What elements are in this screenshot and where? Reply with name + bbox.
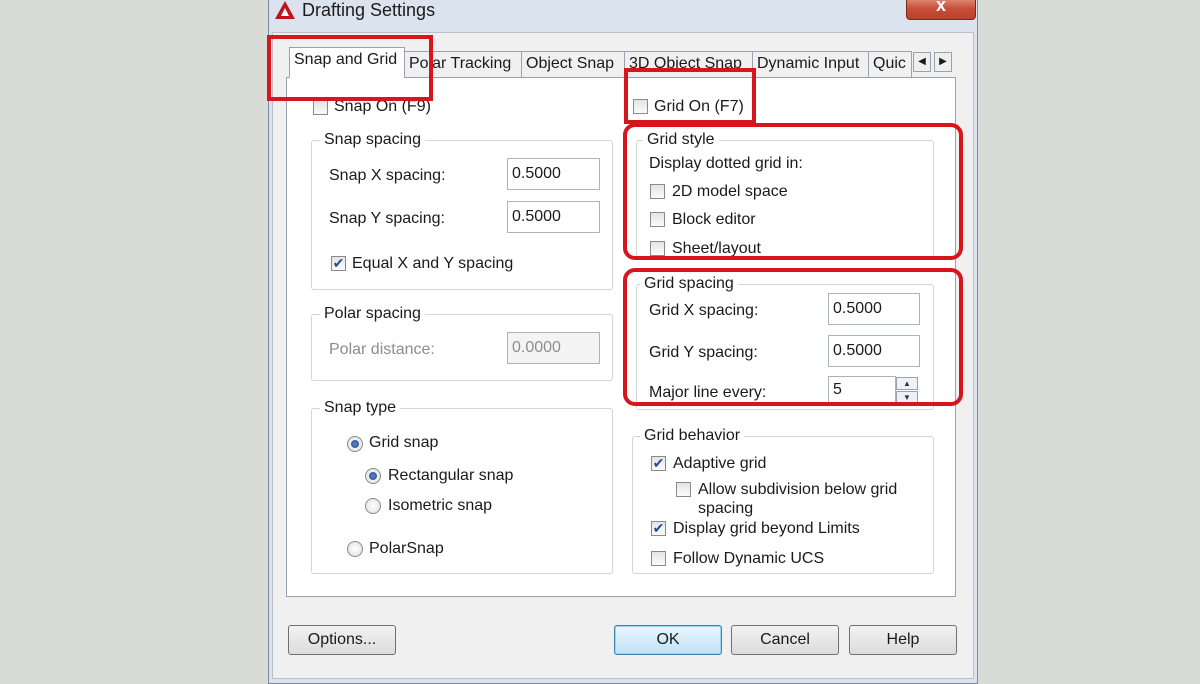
snap-on-label: Snap On (F9) bbox=[334, 98, 431, 115]
tab-3d-object-snap[interactable]: 3D Object Snap bbox=[624, 51, 753, 77]
snap-on-checkbox[interactable] bbox=[313, 100, 328, 115]
grid-block-editor-label: Block editor bbox=[672, 211, 756, 228]
snap-type-title: Snap type bbox=[320, 399, 401, 417]
polarsnap-label: PolarSnap bbox=[369, 540, 444, 557]
autocad-logo-icon bbox=[274, 0, 296, 20]
grid-x-spacing-input[interactable] bbox=[828, 293, 920, 325]
polar-distance-input bbox=[507, 332, 600, 364]
grid-y-spacing-input[interactable] bbox=[828, 335, 920, 367]
snap-spacing-title: Snap spacing bbox=[320, 131, 425, 149]
polar-distance-label: Polar distance: bbox=[329, 341, 435, 358]
spin-up-icon[interactable]: ▲ bbox=[896, 377, 918, 390]
polarsnap-radio[interactable] bbox=[347, 541, 363, 557]
close-button[interactable]: x bbox=[906, 0, 976, 20]
major-line-every-input[interactable] bbox=[828, 376, 896, 404]
follow-dynamic-ucs-checkbox[interactable] bbox=[651, 551, 666, 566]
follow-dynamic-ucs-label: Follow Dynamic UCS bbox=[673, 550, 825, 567]
rectangular-snap-radio[interactable] bbox=[365, 468, 381, 484]
allow-subdivision-checkbox[interactable] bbox=[676, 482, 691, 497]
grid-style-intro: Display dotted grid in: bbox=[649, 155, 803, 172]
ok-button[interactable]: OK bbox=[614, 625, 722, 655]
tab-scroll-right-icon[interactable]: ▶ bbox=[934, 52, 952, 72]
tab-object-snap[interactable]: Object Snap bbox=[521, 51, 625, 77]
major-line-every-label: Major line every: bbox=[649, 384, 767, 401]
grid-spacing-title: Grid spacing bbox=[640, 275, 738, 293]
tab-snap-and-grid[interactable]: Snap and Grid bbox=[289, 47, 405, 78]
grid-sheet-layout-checkbox[interactable] bbox=[650, 241, 665, 256]
display-grid-beyond-limits-checkbox[interactable]: ✔ bbox=[651, 521, 666, 536]
options-button[interactable]: Options... bbox=[288, 625, 396, 655]
grid-2d-model-space-label: 2D model space bbox=[672, 183, 788, 200]
grid-2d-model-space-checkbox[interactable] bbox=[650, 184, 665, 199]
rectangular-snap-label: Rectangular snap bbox=[388, 467, 514, 484]
snap-y-spacing-input[interactable] bbox=[507, 201, 600, 233]
snap-y-spacing-label: Snap Y spacing: bbox=[329, 210, 445, 227]
help-button[interactable]: Help bbox=[849, 625, 957, 655]
isometric-snap-label: Isometric snap bbox=[388, 497, 493, 514]
allow-subdivision-label: Allow subdivision below grid bbox=[698, 481, 898, 498]
grid-sheet-layout-label: Sheet/layout bbox=[672, 240, 761, 257]
snap-x-spacing-label: Snap X spacing: bbox=[329, 167, 446, 184]
window-title: Drafting Settings bbox=[302, 0, 436, 20]
grid-snap-label: Grid snap bbox=[369, 434, 439, 451]
grid-snap-radio[interactable] bbox=[347, 436, 363, 452]
tab-polar-tracking[interactable]: Polar Tracking bbox=[404, 51, 522, 77]
snap-x-spacing-input[interactable] bbox=[507, 158, 600, 190]
adaptive-grid-label: Adaptive grid bbox=[673, 455, 767, 472]
close-icon: x bbox=[935, 0, 946, 15]
adaptive-grid-checkbox[interactable]: ✔ bbox=[651, 456, 666, 471]
grid-on-label: Grid On (F7) bbox=[654, 98, 744, 115]
isometric-snap-radio[interactable] bbox=[365, 498, 381, 514]
tab-quick-properties[interactable]: Quic bbox=[868, 51, 912, 77]
grid-y-spacing-label: Grid Y spacing: bbox=[649, 344, 758, 361]
tab-dynamic-input[interactable]: Dynamic Input bbox=[752, 51, 869, 77]
allow-subdivision-label-line2: spacing bbox=[698, 500, 754, 517]
polar-spacing-title: Polar spacing bbox=[320, 305, 425, 323]
equal-xy-spacing-checkbox[interactable]: ✔ bbox=[331, 256, 346, 271]
display-grid-beyond-limits-label: Display grid beyond Limits bbox=[673, 520, 860, 537]
grid-x-spacing-label: Grid X spacing: bbox=[649, 302, 759, 319]
spin-down-icon[interactable]: ▼ bbox=[896, 391, 918, 404]
grid-on-checkbox[interactable] bbox=[633, 99, 648, 114]
cancel-button[interactable]: Cancel bbox=[731, 625, 839, 655]
grid-behavior-title: Grid behavior bbox=[640, 427, 745, 445]
grid-block-editor-checkbox[interactable] bbox=[650, 212, 665, 227]
equal-xy-spacing-label: Equal X and Y spacing bbox=[352, 255, 514, 272]
tab-scroll-left-icon[interactable]: ◀ bbox=[913, 52, 931, 72]
grid-style-title: Grid style bbox=[643, 131, 719, 149]
